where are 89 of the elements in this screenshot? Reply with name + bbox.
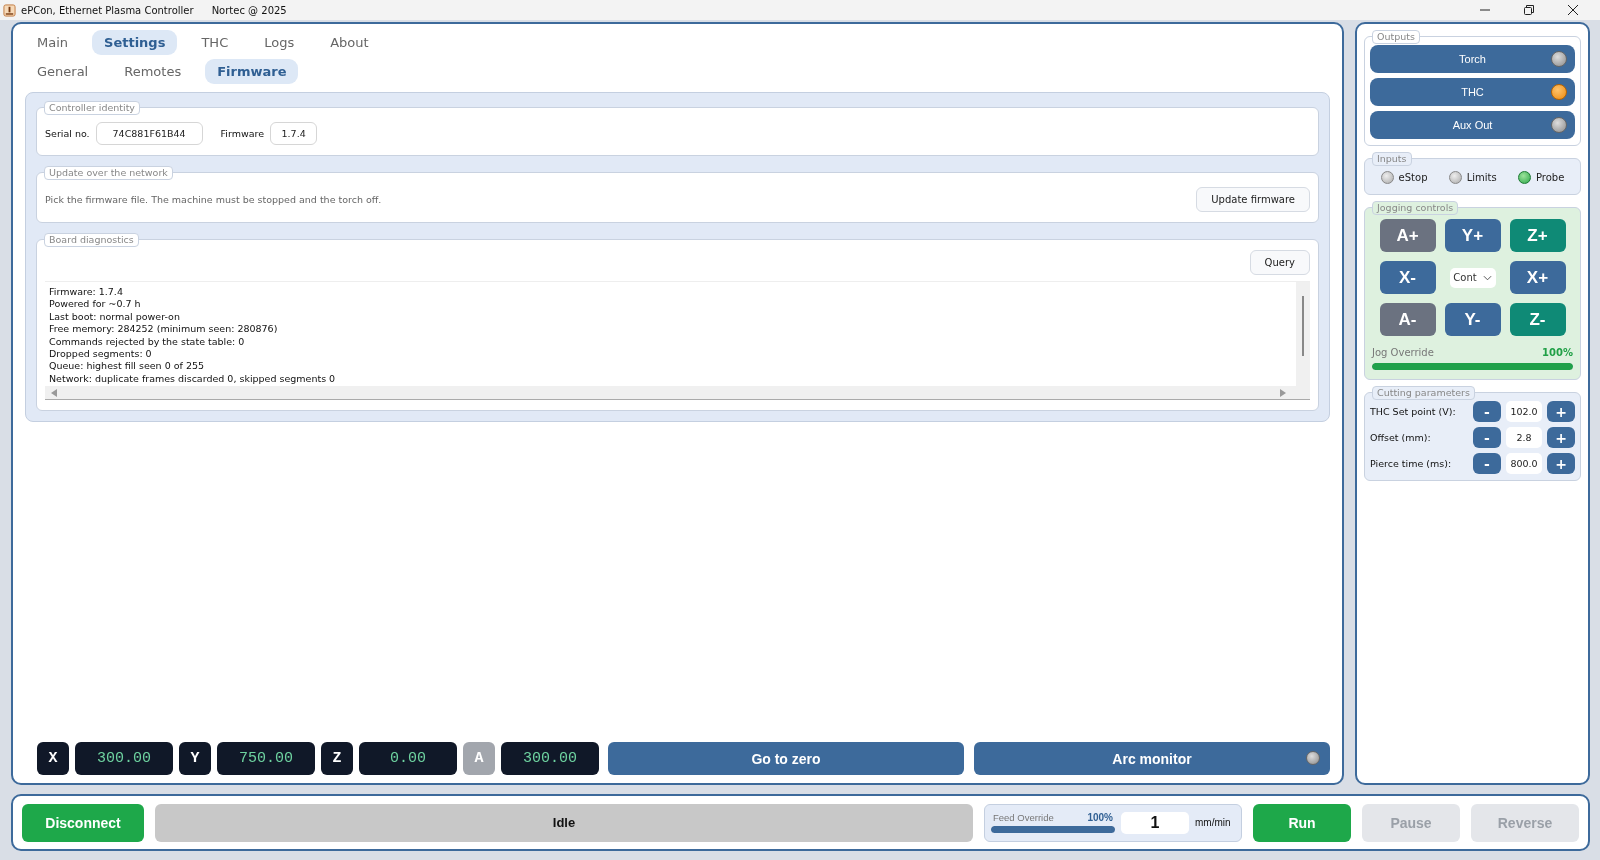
vertical-scrollbar[interactable] (1296, 282, 1310, 386)
status-display: Idle (155, 803, 973, 842)
tab[interactable]: Settings (92, 30, 178, 55)
input-label: Probe (1535, 172, 1565, 183)
decrement-button[interactable]: - (1473, 401, 1501, 422)
group-legend: Board diagnostics (44, 233, 139, 247)
decrement-button[interactable]: - (1473, 453, 1501, 474)
diagnostic-line: Network: duplicate frames discarded 0, skipped segments 0 (49, 372, 337, 386)
tab[interactable]: THC (189, 30, 241, 55)
parameter-label: THC Set point (V): (1370, 406, 1457, 417)
diagnostic-line: Dropped segments: 0 (49, 348, 153, 361)
output-toggle-button[interactable]: Aux Out (1370, 111, 1575, 139)
group-legend: Update over the network (44, 166, 173, 180)
query-button[interactable]: Query (1249, 250, 1310, 275)
step-mode-dropdown[interactable]: Cont (1449, 267, 1496, 288)
diagnostic-line: Powered for ~0.7 h (49, 298, 142, 311)
subtab[interactable]: Remotes (112, 59, 194, 84)
app-icon (3, 3, 16, 17)
axis-label: Y (179, 742, 211, 775)
diagnostics-output[interactable] (45, 281, 1310, 400)
output-toggle-button[interactable]: THC (1370, 78, 1575, 106)
jog-button[interactable]: Y- (1444, 303, 1501, 336)
restore-icon[interactable] (1524, 5, 1534, 15)
subtab[interactable]: Firmware (205, 59, 299, 84)
diagnostic-line: Free memory: 284252 (minimum seen: 280876) (49, 323, 279, 336)
serial-field[interactable]: 74C881F61B44 (95, 122, 203, 145)
action-button[interactable]: Run (1253, 803, 1351, 842)
increment-button[interactable]: + (1547, 427, 1575, 448)
field-label: Firmware (220, 128, 265, 139)
close-icon[interactable] (1568, 5, 1578, 15)
diagnostic-line: Queue: highest fill seen 0 of 255 (49, 360, 205, 373)
firmware-field[interactable]: 1.7.4 (270, 122, 318, 145)
disconnect-button[interactable]: Disconnect (22, 803, 144, 842)
override-reading: 100% (1542, 347, 1573, 358)
output-toggle-button[interactable]: Torch (1370, 45, 1575, 73)
jog-button[interactable]: Y+ (1444, 219, 1501, 252)
parameter-label: Pierce time (ms): (1370, 458, 1453, 469)
horizontal-scrollbar[interactable] (45, 386, 1310, 400)
diagnostic-line: Commands rejected by the state table: 0 (49, 335, 246, 349)
group-legend: Inputs (1372, 152, 1412, 166)
arc-monitor-button[interactable]: Arc monitor (974, 742, 1330, 775)
feed-rate-field[interactable]: 1 (1121, 811, 1189, 834)
window-title: ePCon, Ethernet Plasma Controller (21, 4, 194, 16)
feed-override-reading: 100% (1087, 812, 1113, 823)
group-legend: Controller identity (44, 101, 140, 115)
input-label: eStop (1398, 172, 1428, 183)
tab[interactable]: Logs (252, 30, 307, 55)
chevron-down-icon (1482, 274, 1492, 281)
scroll-left-icon[interactable] (51, 388, 57, 397)
axis-readout: 0.00 (359, 742, 457, 775)
jog-button[interactable]: X- (1379, 261, 1436, 294)
decrement-button[interactable]: - (1473, 427, 1501, 448)
jog-button[interactable]: Z- (1509, 303, 1566, 336)
jog-override-slider[interactable] (1372, 363, 1573, 370)
unit-label: mm/min (1195, 817, 1231, 828)
feed-override-slider[interactable] (991, 826, 1115, 833)
parameter-field[interactable]: 800.0 (1506, 453, 1542, 474)
feed-override-label: Feed Override (993, 812, 1054, 823)
input-label: Limits (1466, 172, 1497, 183)
group-legend: Cutting parameters (1372, 386, 1475, 400)
axis-label: A (463, 742, 495, 775)
diagnostic-line: Firmware: 1.7.4 (49, 286, 124, 299)
parameter-field[interactable]: 102.0 (1506, 401, 1542, 422)
jog-button[interactable]: A- (1379, 303, 1436, 336)
subtab[interactable]: General (37, 59, 101, 84)
increment-button[interactable]: + (1547, 453, 1575, 474)
axis-label: Z (321, 742, 353, 775)
jog-button[interactable]: X+ (1509, 261, 1566, 294)
window-subtitle: Nortec @ 2025 (211, 4, 287, 16)
tab[interactable]: Main (37, 30, 81, 55)
axis-readout: 750.00 (217, 742, 315, 775)
jog-button[interactable]: Z+ (1509, 219, 1566, 252)
field-label: Serial no. (45, 128, 90, 139)
axis-label: X (37, 742, 69, 775)
parameter-label: Offset (mm): (1370, 432, 1432, 443)
axis-readout: 300.00 (75, 742, 173, 775)
group-legend: Outputs (1372, 30, 1420, 44)
tab[interactable]: About (318, 30, 381, 55)
increment-button[interactable]: + (1547, 401, 1575, 422)
hint-text: Pick the firmware file. The machine must be stopped and the torch off. (45, 194, 382, 205)
axis-readout: 300.00 (501, 742, 599, 775)
go-to-zero-button[interactable]: Go to zero (608, 742, 964, 775)
parameter-field[interactable]: 2.8 (1506, 427, 1542, 448)
update-firmware-button[interactable]: Update firmware (1196, 187, 1310, 212)
group-legend: Jogging controls (1372, 201, 1459, 215)
jog-button[interactable]: A+ (1379, 219, 1436, 252)
diagnostic-line: Last boot: normal power-on (49, 310, 181, 324)
scroll-right-icon[interactable] (1280, 388, 1286, 397)
override-label: Jog Override (1372, 347, 1434, 358)
